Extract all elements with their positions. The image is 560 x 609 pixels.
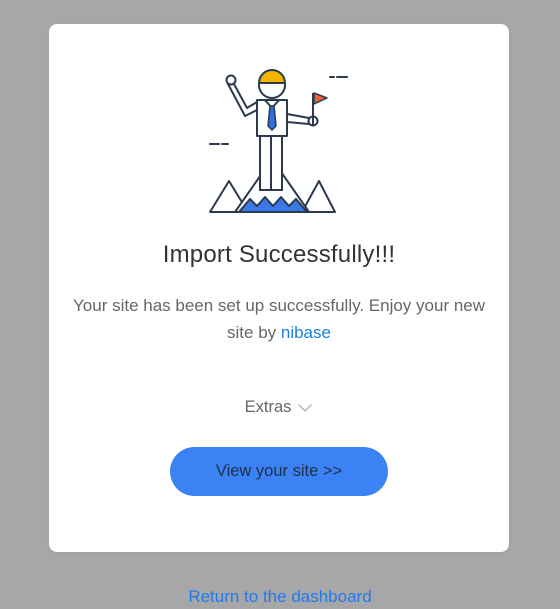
extras-toggle[interactable]: Extras: [49, 396, 509, 418]
dialog-description: Your site has been set up successfully. …: [73, 292, 485, 346]
return-to-dashboard-link[interactable]: Return to the dashboard: [0, 585, 560, 609]
dialog-title: Import Successfully!!!: [162, 241, 396, 268]
chevron-down-icon: [298, 403, 313, 412]
view-site-button[interactable]: View your site >>: [170, 447, 388, 496]
brand-link[interactable]: nibase: [281, 323, 331, 342]
success-dialog: Import Successfully!!! Your site has bee…: [49, 24, 509, 552]
success-illustration: [209, 69, 348, 213]
extras-label: Extras: [244, 398, 292, 416]
description-text: Your site has been set up successfully. …: [73, 296, 486, 342]
